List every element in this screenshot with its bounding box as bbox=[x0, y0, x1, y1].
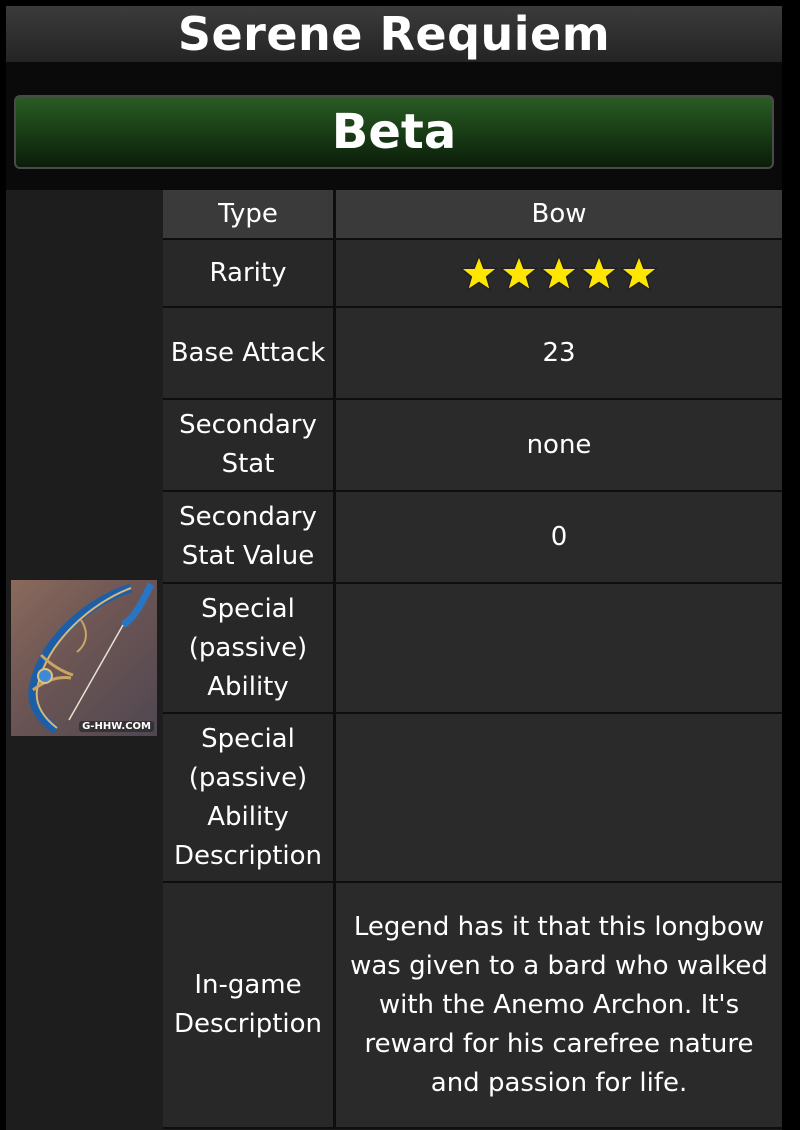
beta-label: Beta bbox=[331, 104, 457, 160]
star-icon bbox=[580, 254, 618, 292]
value-type[interactable]: Bow bbox=[336, 190, 782, 240]
star-icon bbox=[500, 254, 538, 292]
table-row: Rarity bbox=[163, 240, 782, 308]
label-rarity: Rarity bbox=[163, 240, 336, 308]
value-in-game-description: Legend has it that this longbow was give… bbox=[336, 883, 782, 1129]
star-icon bbox=[620, 254, 658, 292]
value-secondary-stat-value: 0 bbox=[336, 492, 782, 584]
label-type: Type bbox=[163, 190, 336, 240]
value-special-ability-description bbox=[336, 714, 782, 883]
title-bar: Serene Requiem bbox=[6, 6, 782, 62]
label-base-attack: Base Attack bbox=[163, 308, 336, 400]
table-row: Special (passive) Ability Description bbox=[163, 714, 782, 883]
label-special-ability: Special (passive) Ability bbox=[163, 584, 336, 714]
label-secondary-stat: Secondary Stat bbox=[163, 400, 336, 492]
label-in-game-description: In-game Description bbox=[163, 883, 336, 1129]
rarity-stars bbox=[460, 254, 658, 292]
value-rarity bbox=[336, 240, 782, 308]
value-special-ability bbox=[336, 584, 782, 714]
weapon-bow-image[interactable]: G-HHW.COM bbox=[11, 580, 157, 736]
value-base-attack: 23 bbox=[336, 308, 782, 400]
value-secondary-stat: none bbox=[336, 400, 782, 492]
beta-banner: Beta bbox=[14, 95, 774, 169]
table-row: In-game Description Legend has it that t… bbox=[163, 883, 782, 1129]
table-row: Special (passive) Ability bbox=[163, 584, 782, 714]
bow-icon bbox=[28, 582, 155, 734]
table-row: Type Bow bbox=[163, 190, 782, 240]
label-secondary-stat-value: Secondary Stat Value bbox=[163, 492, 336, 584]
watermark-label: G-HHW.COM bbox=[79, 721, 154, 732]
beta-section: Beta bbox=[6, 62, 782, 190]
image-column: G-HHW.COM bbox=[6, 190, 163, 1130]
star-icon bbox=[540, 254, 578, 292]
star-icon bbox=[460, 254, 498, 292]
info-table: Type Bow Rarity Base Attack 23 Secondary… bbox=[163, 190, 782, 1129]
table-row: Base Attack 23 bbox=[163, 308, 782, 400]
table-row: Secondary Stat none bbox=[163, 400, 782, 492]
page-title: Serene Requiem bbox=[177, 7, 611, 61]
table-row: Secondary Stat Value 0 bbox=[163, 492, 782, 584]
label-special-ability-description: Special (passive) Ability Description bbox=[163, 714, 336, 883]
weapon-infobox: G-HHW.COM Type Bow Rarity Base Attack 23 bbox=[6, 190, 782, 1130]
